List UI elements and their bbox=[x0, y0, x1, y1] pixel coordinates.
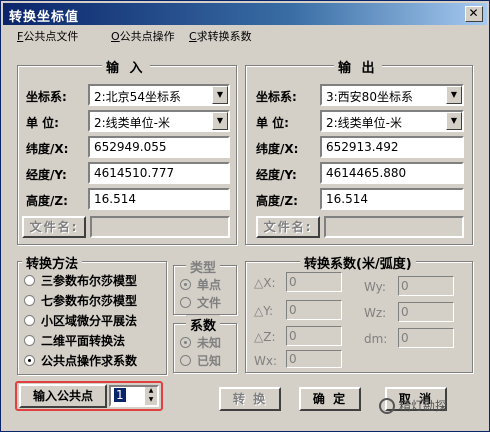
radio-selected-icon[interactable] bbox=[24, 355, 35, 366]
dx-label: △X: bbox=[254, 276, 276, 290]
output-coord-select[interactable]: 3:西安80坐标系 ▼ bbox=[320, 84, 464, 106]
type-group: 类型 单点 文件 bbox=[173, 257, 237, 315]
coef-option-known[interactable]: 已知 bbox=[180, 352, 221, 369]
coefficients-title: 转换系数(米/弧度) bbox=[300, 253, 416, 272]
coef-state-group: 系数 未知 已知 bbox=[173, 315, 237, 373]
method-group: 转换方法 三参数布尔莎模型 七参数布尔莎模型 小区域微分平展法 二维平面转换法 … bbox=[17, 253, 167, 375]
output-filename-field[interactable] bbox=[324, 216, 464, 238]
method-option-3[interactable]: 二维平面转换法 bbox=[24, 332, 125, 349]
spinner-up-icon[interactable]: ▲ bbox=[145, 387, 157, 396]
menu-common-point-file[interactable]: F公共点文件 bbox=[17, 28, 78, 44]
input-filename-button[interactable]: 文件名: bbox=[22, 216, 86, 238]
wx-field[interactable]: 0 bbox=[286, 350, 342, 368]
input-coord-select[interactable]: 2:北京54坐标系 ▼ bbox=[88, 84, 230, 106]
output-lat-field[interactable]: 652913.492 bbox=[320, 136, 464, 158]
radio-icon[interactable] bbox=[24, 335, 35, 346]
output-lon-field[interactable]: 4614465.880 bbox=[320, 162, 464, 184]
input-lon-label: 经度/Y: bbox=[26, 168, 67, 182]
ok-button[interactable]: 确 定 bbox=[299, 387, 361, 411]
menu-common-point-operation[interactable]: O公共点操作 bbox=[111, 28, 175, 44]
radio-selected-icon[interactable] bbox=[180, 279, 191, 290]
menu-bar: F公共点文件 O公共点操作 C求转换系数 bbox=[3, 27, 487, 45]
output-coord-label: 坐标系: bbox=[256, 90, 297, 104]
chevron-down-icon[interactable]: ▼ bbox=[446, 86, 462, 104]
spinner-down-icon[interactable]: ▼ bbox=[145, 396, 157, 405]
coefficients-group: 转换系数(米/弧度) △X: 0 △Y: 0 △Z: 0 Wx: 0 Wy: 0… bbox=[245, 253, 473, 373]
chevron-down-icon[interactable]: ▼ bbox=[212, 112, 228, 130]
dm-label: dm: bbox=[364, 332, 388, 346]
watermark-text: 精灯勘探 bbox=[399, 399, 448, 413]
input-lat-field[interactable]: 652949.055 bbox=[88, 136, 230, 158]
point-count-spinner[interactable]: 1 ▲ ▼ bbox=[109, 385, 159, 407]
type-title: 类型 bbox=[186, 257, 221, 276]
dy-label: △Y: bbox=[254, 304, 274, 318]
input-alt-label: 高度/Z: bbox=[26, 194, 68, 208]
type-option-file[interactable]: 文件 bbox=[180, 294, 221, 311]
output-lat-label: 纬度/X: bbox=[256, 142, 299, 156]
output-alt-field[interactable]: 16.514 bbox=[320, 188, 464, 210]
output-unit-label: 单 位: bbox=[256, 116, 289, 130]
wechat-logo-icon bbox=[379, 398, 395, 414]
input-common-point-button[interactable]: 输入公共点 bbox=[19, 384, 107, 408]
input-unit-select[interactable]: 2:线类单位-米 ▼ bbox=[88, 110, 230, 132]
output-panel: 输 出 坐标系: 3:西安80坐标系 ▼ 单 位: 2:线类单位-米 ▼ 纬度/X:… bbox=[245, 57, 473, 245]
watermark: 精灯勘探 bbox=[379, 397, 447, 414]
input-unit-label: 单 位: bbox=[26, 116, 59, 130]
type-option-single[interactable]: 单点 bbox=[180, 276, 221, 293]
input-lon-field[interactable]: 4614510.777 bbox=[88, 162, 230, 184]
dz-field[interactable]: 0 bbox=[286, 326, 342, 346]
coef-option-unknown[interactable]: 未知 bbox=[180, 334, 221, 351]
dm-field[interactable]: 0 bbox=[398, 328, 454, 348]
dy-field[interactable]: 0 bbox=[286, 300, 342, 320]
wy-label: Wy: bbox=[364, 280, 386, 294]
convert-coordinates-dialog: 转换坐标值 ✕ F公共点文件 O公共点操作 C求转换系数 输 入 坐标系: 2:… bbox=[0, 0, 490, 432]
method-option-1[interactable]: 七参数布尔莎模型 bbox=[24, 292, 137, 309]
chevron-down-icon[interactable]: ▼ bbox=[446, 112, 462, 130]
radio-icon[interactable] bbox=[180, 355, 191, 366]
radio-icon[interactable] bbox=[180, 297, 191, 308]
input-coord-label: 坐标系: bbox=[26, 90, 67, 104]
output-unit-select[interactable]: 2:线类单位-米 ▼ bbox=[320, 110, 464, 132]
dx-field[interactable]: 0 bbox=[286, 272, 342, 292]
radio-icon[interactable] bbox=[24, 295, 35, 306]
close-icon[interactable]: ✕ bbox=[465, 6, 483, 22]
output-filename-button[interactable]: 文件名: bbox=[256, 216, 320, 238]
radio-icon[interactable] bbox=[24, 275, 35, 286]
method-option-0[interactable]: 三参数布尔莎模型 bbox=[24, 272, 137, 289]
radio-selected-icon[interactable] bbox=[180, 337, 191, 348]
output-panel-title: 输 出 bbox=[334, 57, 382, 76]
method-option-4[interactable]: 公共点操作求系数 bbox=[24, 352, 137, 369]
output-lon-label: 经度/Y: bbox=[256, 168, 297, 182]
input-alt-field[interactable]: 16.514 bbox=[88, 188, 230, 210]
wz-label: Wz: bbox=[364, 306, 387, 320]
spinner-value[interactable]: 1 bbox=[114, 388, 126, 402]
radio-icon[interactable] bbox=[24, 315, 35, 326]
convert-button[interactable]: 转 换 bbox=[219, 387, 281, 411]
method-option-2[interactable]: 小区域微分平展法 bbox=[24, 312, 137, 329]
input-panel: 输 入 坐标系: 2:北京54坐标系 ▼ 单 位: 2:线类单位-米 ▼ 纬度/X:… bbox=[17, 57, 237, 245]
dz-label: △Z: bbox=[254, 330, 276, 344]
input-panel-title: 输 入 bbox=[102, 57, 150, 76]
wy-field[interactable]: 0 bbox=[398, 276, 454, 296]
menu-compute-coefficients[interactable]: C求转换系数 bbox=[189, 28, 252, 44]
window-title: 转换坐标值 bbox=[9, 10, 80, 25]
method-title: 转换方法 bbox=[22, 253, 83, 272]
chevron-down-icon[interactable]: ▼ bbox=[212, 86, 228, 104]
input-lat-label: 纬度/X: bbox=[26, 142, 69, 156]
wz-field[interactable]: 0 bbox=[398, 302, 454, 322]
wx-label: Wx: bbox=[254, 354, 278, 368]
input-filename-field[interactable] bbox=[90, 216, 230, 238]
title-bar: 转换坐标值 ✕ bbox=[3, 3, 487, 25]
output-alt-label: 高度/Z: bbox=[256, 194, 298, 208]
coef-state-title: 系数 bbox=[186, 315, 221, 334]
